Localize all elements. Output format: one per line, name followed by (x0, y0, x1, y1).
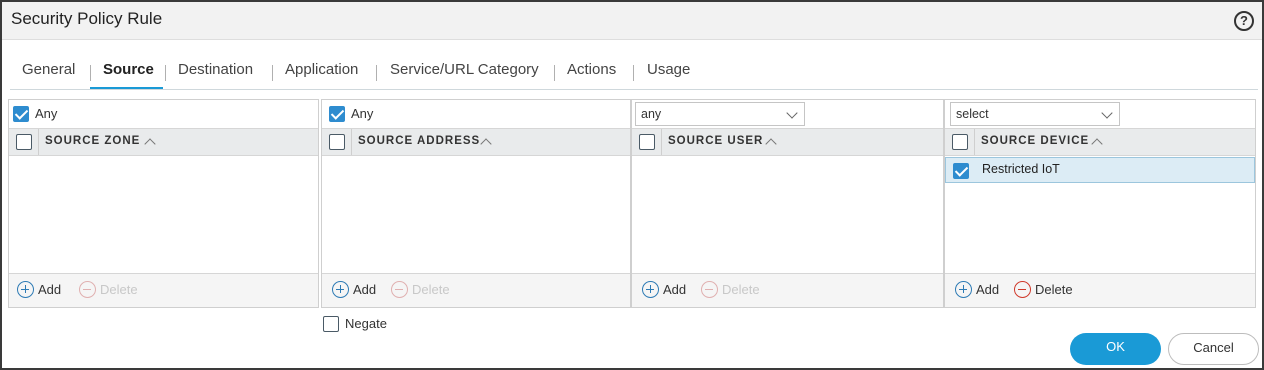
source-user-list (632, 156, 943, 274)
source-device-header: SOURCE DEVICE (945, 128, 1255, 156)
tab-divider (165, 65, 166, 81)
tab-divider (376, 65, 377, 81)
chevron-down-icon (1101, 107, 1113, 119)
chevron-down-icon (786, 107, 798, 119)
sort-ascending-icon[interactable] (1091, 138, 1103, 150)
add-icon (955, 281, 972, 298)
tab-divider (554, 65, 555, 81)
source-address-panel: Any SOURCE ADDRESS Add Delete (321, 99, 631, 308)
add-icon (642, 281, 659, 298)
source-address-column-title[interactable]: SOURCE ADDRESS (358, 135, 480, 147)
any-zone-label: Any (35, 106, 58, 121)
delete-icon (391, 281, 408, 298)
negate-checkbox[interactable] (323, 316, 339, 332)
cancel-button[interactable]: Cancel (1168, 333, 1259, 365)
source-device-panel: select SOURCE DEVICE Restricted IoT Add … (944, 99, 1256, 308)
tab-divider (272, 65, 273, 81)
tab-actions[interactable]: Actions (567, 58, 616, 90)
source-address-toolbar: Add Delete (322, 273, 630, 307)
source-zone-panel: Any SOURCE ZONE Add Delete (8, 99, 319, 308)
tab-bar: General Source Destination Application S… (10, 58, 1258, 90)
device-row-checkbox[interactable] (953, 163, 969, 179)
any-address-label: Any (351, 106, 374, 121)
ok-button[interactable]: OK (1070, 333, 1161, 365)
delete-icon (79, 281, 96, 298)
source-zone-toolbar: Add Delete (9, 273, 318, 307)
tab-source[interactable]: Source (103, 58, 154, 90)
tab-destination[interactable]: Destination (178, 58, 253, 90)
select-all-zones-checkbox[interactable] (16, 134, 32, 150)
tab-divider (90, 65, 91, 81)
dialog-title: Security Policy Rule (11, 9, 163, 28)
delete-icon (701, 281, 718, 298)
select-all-users-checkbox[interactable] (639, 134, 655, 150)
source-device-type-select[interactable]: select (950, 102, 1120, 126)
source-device-list: Restricted IoT (945, 156, 1255, 274)
list-item[interactable]: Restricted IoT (945, 157, 1255, 183)
add-icon (17, 281, 34, 298)
source-zone-column-title[interactable]: SOURCE ZONE (45, 135, 140, 147)
tab-application[interactable]: Application (285, 58, 358, 90)
source-address-list (322, 156, 630, 274)
tab-service-url-category[interactable]: Service/URL Category (390, 58, 539, 90)
any-zone-checkbox[interactable] (13, 106, 29, 122)
tab-divider (633, 65, 634, 81)
delete-icon (1014, 281, 1031, 298)
tab-usage[interactable]: Usage (647, 58, 690, 90)
tab-general[interactable]: General (22, 58, 75, 90)
source-user-panel: any SOURCE USER Add Delete (631, 99, 944, 308)
source-user-header: SOURCE USER (632, 128, 943, 156)
dialog-titlebar: Security Policy Rule ? (2, 2, 1262, 40)
select-all-addresses-checkbox[interactable] (329, 134, 345, 150)
sort-ascending-icon[interactable] (765, 138, 777, 150)
source-zone-list (9, 156, 318, 274)
source-address-header: SOURCE ADDRESS (322, 128, 630, 156)
active-tab-indicator (90, 87, 163, 89)
source-device-column-title[interactable]: SOURCE DEVICE (981, 135, 1089, 147)
source-user-toolbar: Add Delete (632, 273, 943, 307)
sort-ascending-icon[interactable] (480, 138, 492, 150)
select-all-devices-checkbox[interactable] (952, 134, 968, 150)
source-zone-header: SOURCE ZONE (9, 128, 318, 156)
any-address-checkbox[interactable] (329, 106, 345, 122)
device-row-label: Restricted IoT (982, 162, 1060, 176)
source-user-column-title[interactable]: SOURCE USER (668, 135, 763, 147)
source-device-toolbar: Add Delete (945, 273, 1255, 307)
sort-ascending-icon[interactable] (144, 138, 156, 150)
security-policy-rule-dialog: Security Policy Rule ? General Source De… (0, 0, 1264, 370)
help-icon[interactable]: ? (1234, 11, 1254, 31)
add-icon (332, 281, 349, 298)
source-user-type-select[interactable]: any (635, 102, 805, 126)
negate-label: Negate (345, 316, 387, 331)
